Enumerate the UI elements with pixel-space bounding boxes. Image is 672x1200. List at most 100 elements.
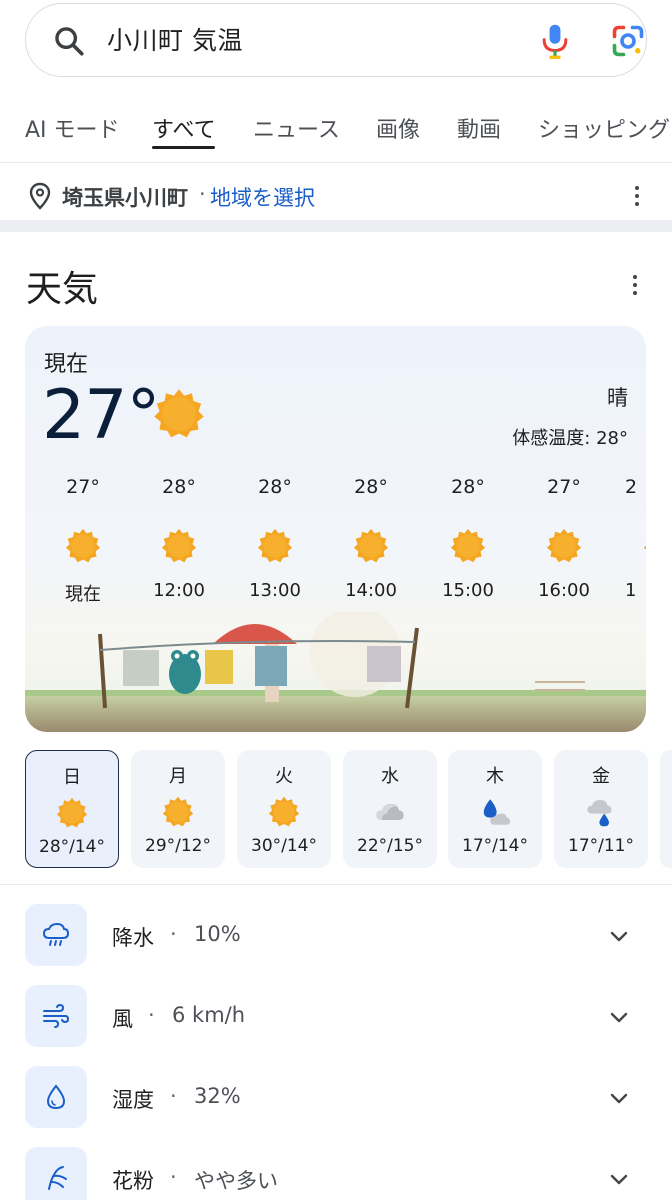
humidity-drop-icon (46, 1084, 66, 1110)
hourly-item[interactable]: 27° 現在 (48, 476, 118, 606)
sun-icon (65, 528, 101, 563)
detail-label: 花粉 (112, 1169, 154, 1193)
hourly-temp: 27° (547, 476, 581, 498)
current-temperature: 27° (42, 376, 161, 455)
tab-videos[interactable]: 動画 (457, 112, 501, 144)
daily-item-thursday[interactable]: 木 17°/14° (448, 750, 542, 868)
search-tabs: AI モード すべて ニュース 画像 動画 ショッピング (0, 100, 672, 162)
divider (0, 884, 672, 885)
hourly-temp: 27° (66, 476, 100, 498)
day-temps: 22°/15° (357, 836, 423, 856)
detail-separator: · (170, 1084, 177, 1108)
detail-value: 10% (194, 922, 241, 946)
precipitation-icon-box (25, 904, 87, 966)
day-temps: 17°/14° (462, 836, 528, 856)
precipitation-row[interactable]: 降水 · 10% (0, 904, 672, 968)
hourly-item[interactable]: 28° 13:00 (240, 476, 310, 601)
wind-icon (43, 1003, 70, 1028)
more-options-icon[interactable] (633, 184, 641, 208)
google-lens-icon[interactable] (610, 23, 646, 59)
detail-separator: · (170, 1165, 177, 1189)
rain-cloud-icon (42, 922, 70, 946)
chevron-down-icon[interactable] (607, 1167, 631, 1191)
microphone-icon[interactable] (538, 22, 572, 60)
daily-item-friday[interactable]: 金 17°/11° (554, 750, 648, 868)
location-name: 埼玉県小川町 (62, 186, 188, 210)
chevron-down-icon[interactable] (607, 924, 631, 948)
day-name: 木 (486, 766, 504, 787)
daily-item-partial[interactable] (660, 750, 672, 868)
humidity-row[interactable]: 湿度 · 32% (0, 1066, 672, 1130)
weather-illustration (25, 612, 646, 732)
tab-shopping[interactable]: ショッピング (538, 112, 670, 144)
feels-like-temperature: 体感温度: 28° (512, 428, 628, 449)
sun-icon (268, 796, 300, 827)
hourly-item[interactable]: 2 1 (625, 476, 646, 601)
search-input[interactable]: 小川町 気温 (107, 24, 243, 58)
daily-item-wednesday[interactable]: 水 22°/15° (343, 750, 437, 868)
hourly-item[interactable]: 28° 14:00 (336, 476, 406, 601)
search-bar[interactable]: 小川町 気温 (25, 3, 647, 77)
location-bar: 埼玉県小川町 · 地域を選択 (0, 172, 672, 220)
search-icon[interactable] (52, 24, 86, 58)
weather-title: 天気 (26, 269, 99, 310)
chevron-down-icon[interactable] (607, 1005, 631, 1029)
tab-all[interactable]: すべて (152, 112, 216, 144)
hourly-forecast[interactable]: 27° 現在 28° 12:00 28° 13:00 28° 14:00 28°… (25, 476, 646, 626)
wind-row[interactable]: 風 · 6 km/h (0, 985, 672, 1049)
daily-item-tuesday[interactable]: 火 30°/14° (237, 750, 331, 868)
day-temps: 17°/11° (568, 836, 634, 856)
day-temps: 28°/14° (39, 837, 105, 857)
day-temps: 30°/14° (251, 836, 317, 856)
active-tab-indicator (152, 146, 215, 149)
detail-separator: · (170, 922, 177, 946)
weather-more-options-icon[interactable] (631, 273, 639, 297)
day-name: 金 (592, 766, 610, 787)
tab-ai-mode[interactable]: AI モード (25, 112, 120, 144)
day-temps: 29°/12° (145, 836, 211, 856)
hourly-item[interactable]: 28° 15:00 (433, 476, 503, 601)
location-pin-icon (29, 182, 51, 210)
cloud-icon (376, 804, 404, 820)
day-name: 日 (63, 767, 81, 788)
location-separator: · (199, 182, 206, 206)
detail-label: 湿度 (112, 1088, 154, 1112)
detail-value: 32% (194, 1084, 241, 1108)
day-name: 水 (381, 766, 399, 787)
detail-value: やや多い (194, 1169, 278, 1193)
hourly-temp: 28° (162, 476, 196, 498)
section-separator (0, 220, 672, 232)
hourly-temp: 28° (354, 476, 388, 498)
sun-icon (546, 528, 582, 563)
hourly-item[interactable]: 28° 12:00 (144, 476, 214, 601)
sun-icon (643, 538, 646, 550)
day-name: 月 (169, 766, 187, 787)
hourly-temp: 2 (625, 476, 638, 498)
wind-icon-box (25, 985, 87, 1047)
detail-separator: · (148, 1003, 155, 1027)
detail-label: 風 (112, 1007, 133, 1031)
hourly-time: 現在 (65, 584, 101, 605)
hourly-temp: 28° (258, 476, 292, 498)
hourly-time: 1 (625, 580, 637, 601)
hourly-temp: 28° (451, 476, 485, 498)
hourly-item[interactable]: 27° 16:00 (529, 476, 599, 601)
weather-condition: 晴 (607, 386, 628, 410)
pollen-icon (48, 1166, 67, 1190)
tab-images[interactable]: 画像 (376, 112, 420, 144)
hourly-time: 12:00 (153, 580, 205, 601)
hourly-time: 16:00 (538, 580, 590, 601)
choose-region-link[interactable]: 地域を選択 (210, 182, 315, 212)
sun-icon (56, 797, 88, 828)
sun-icon (353, 528, 389, 563)
daily-item-sunday[interactable]: 日 28°/14° (25, 750, 119, 868)
day-name: 火 (275, 766, 293, 787)
sun-icon (162, 796, 194, 827)
daily-item-monday[interactable]: 月 29°/12° (131, 750, 225, 868)
sun-icon (161, 528, 197, 563)
chevron-down-icon[interactable] (607, 1086, 631, 1110)
sun-icon (450, 528, 486, 563)
pollen-row[interactable]: 花粉 · やや多い (0, 1147, 672, 1200)
now-label: 現在 (44, 352, 89, 377)
tab-news[interactable]: ニュース (253, 112, 340, 144)
